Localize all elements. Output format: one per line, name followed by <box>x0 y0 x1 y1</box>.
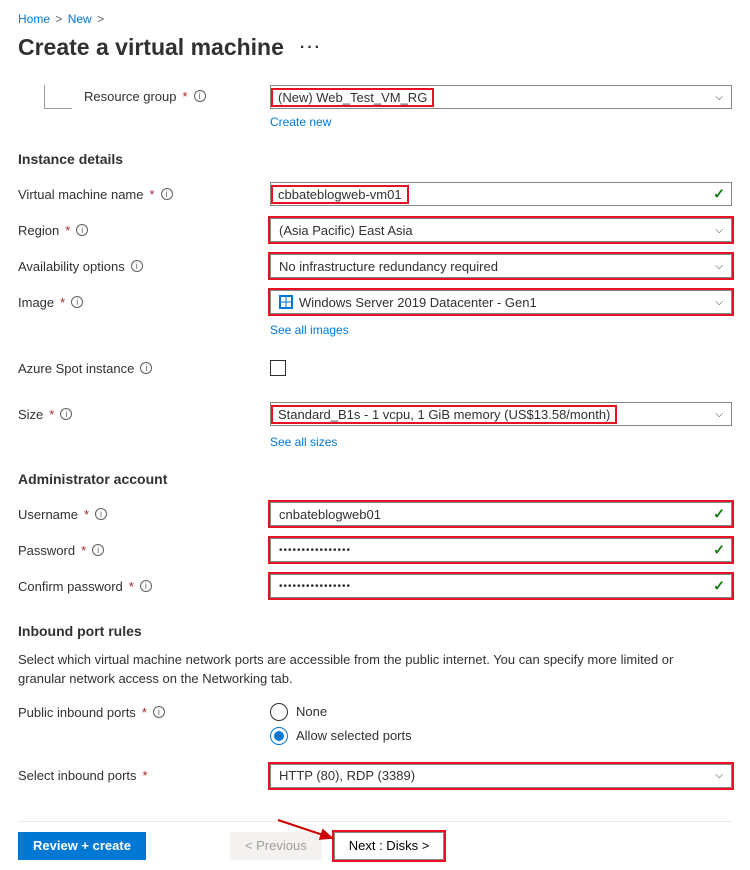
vm-name-input[interactable]: cbbateblogweb-vm01 ✓ <box>270 182 732 206</box>
see-all-sizes-link[interactable]: See all sizes <box>270 435 337 449</box>
password-input[interactable]: •••••••••••••••• ✓ <box>270 538 732 562</box>
page-title: Create a virtual machine ··· <box>18 34 732 61</box>
vm-name-label: Virtual machine name <box>18 187 144 202</box>
info-icon[interactable]: i <box>140 580 152 592</box>
more-icon[interactable]: ··· <box>300 39 322 57</box>
region-select[interactable]: (Asia Pacific) East Asia ⌵ <box>270 218 732 242</box>
inbound-desc: Select which virtual machine network por… <box>18 651 698 689</box>
chevron-down-icon: ⌵ <box>715 92 723 103</box>
create-new-link[interactable]: Create new <box>270 115 331 129</box>
public-ports-label: Public inbound ports <box>18 705 136 720</box>
chevron-down-icon: ⌵ <box>715 225 723 236</box>
info-icon[interactable]: i <box>131 260 143 272</box>
info-icon[interactable]: i <box>153 706 165 718</box>
image-select[interactable]: Windows Server 2019 Datacenter - Gen1 ⌵ <box>270 290 732 314</box>
select-ports-select[interactable]: HTTP (80), RDP (3389) ⌵ <box>270 764 732 788</box>
instance-details-heading: Instance details <box>18 151 732 167</box>
tree-line <box>44 85 72 109</box>
check-icon: ✓ <box>713 542 725 559</box>
breadcrumb: Home > New > <box>18 12 732 26</box>
admin-heading: Administrator account <box>18 471 732 487</box>
chevron-down-icon: ⌵ <box>715 770 723 781</box>
region-label: Region <box>18 223 59 238</box>
size-select[interactable]: Standard_B1s - 1 vcpu, 1 GiB memory (US$… <box>270 402 732 426</box>
radio-icon <box>270 727 288 745</box>
breadcrumb-home[interactable]: Home <box>18 12 50 26</box>
check-icon: ✓ <box>713 578 725 595</box>
chevron-down-icon: ⌵ <box>715 261 723 272</box>
info-icon[interactable]: i <box>194 90 206 102</box>
info-icon[interactable]: i <box>76 224 88 236</box>
info-icon[interactable]: i <box>92 544 104 556</box>
windows-icon <box>279 295 293 309</box>
chevron-down-icon: ⌵ <box>715 409 723 420</box>
footer: Review + create < Previous Next : Disks … <box>18 821 732 870</box>
info-icon[interactable]: i <box>71 296 83 308</box>
info-icon[interactable]: i <box>140 362 152 374</box>
chevron-down-icon: ⌵ <box>715 297 723 308</box>
radio-none[interactable]: None <box>270 703 732 721</box>
resource-group-select[interactable]: (New) Web_Test_VM_RG ⌵ <box>270 85 732 109</box>
inbound-heading: Inbound port rules <box>18 623 732 639</box>
password-label: Password <box>18 543 75 558</box>
info-icon[interactable]: i <box>95 508 107 520</box>
spot-checkbox[interactable] <box>270 360 286 376</box>
select-ports-label: Select inbound ports <box>18 768 137 783</box>
review-create-button[interactable]: Review + create <box>18 832 146 860</box>
check-icon: ✓ <box>713 186 725 203</box>
size-label: Size <box>18 407 43 422</box>
image-label: Image <box>18 295 54 310</box>
breadcrumb-new[interactable]: New <box>68 12 92 26</box>
check-icon: ✓ <box>713 506 725 523</box>
availability-select[interactable]: No infrastructure redundancy required ⌵ <box>270 254 732 278</box>
info-icon[interactable]: i <box>60 408 72 420</box>
resource-group-label: Resource group <box>84 89 177 104</box>
next-button[interactable]: Next : Disks > <box>334 832 445 860</box>
confirm-password-label: Confirm password <box>18 579 123 594</box>
radio-allow[interactable]: Allow selected ports <box>270 727 732 745</box>
previous-button[interactable]: < Previous <box>230 832 322 860</box>
radio-icon <box>270 703 288 721</box>
info-icon[interactable]: i <box>161 188 173 200</box>
see-all-images-link[interactable]: See all images <box>270 323 349 337</box>
availability-label: Availability options <box>18 259 125 274</box>
username-input[interactable]: cnbateblogweb01 ✓ <box>270 502 732 526</box>
confirm-password-input[interactable]: •••••••••••••••• ✓ <box>270 574 732 598</box>
username-label: Username <box>18 507 78 522</box>
spot-label: Azure Spot instance <box>18 361 134 376</box>
